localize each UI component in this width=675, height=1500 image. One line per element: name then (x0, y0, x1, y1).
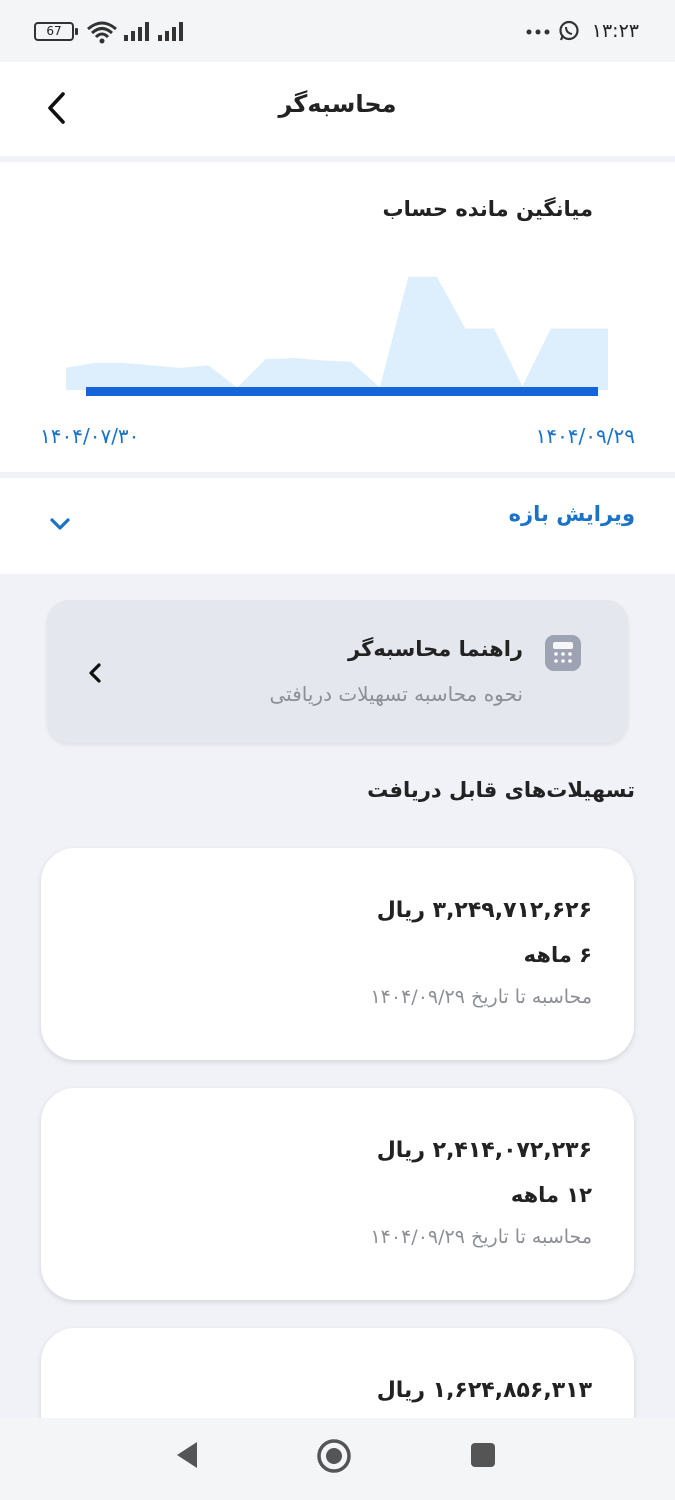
whatsapp-icon (559, 20, 579, 41)
chart-area-group (66, 276, 608, 390)
balance-chart-card: میانگین مانده حساب ۱۴۰۴/۰۷/۳۰ ۱۴۰۴/۰۹/۲۹ (0, 162, 675, 472)
signal-icon (124, 22, 149, 41)
guide-title: راهنما محاسبه‌گر (348, 637, 523, 661)
more-dots-icon (526, 29, 550, 35)
calculator-guide-card[interactable]: راهنما محاسبه‌گر نحوه محاسبه تسهیلات دری… (47, 600, 628, 743)
chart-start-date: ۱۴۰۴/۰۷/۳۰ (40, 424, 140, 448)
loan-card[interactable]: ۲,۴۱۴,۰۷۲,۲۳۶ ریال ۱۲ ماهه محاسبه تا تار… (41, 1088, 634, 1300)
loan-card[interactable]: ۳,۲۴۹,۷۱۲,۶۲۶ ریال ۶ ماهه محاسبه تا تاری… (41, 848, 634, 1060)
battery-icon: 67 (34, 22, 78, 41)
system-nav-bar (0, 1418, 675, 1500)
loan-amount: ۲,۴۱۴,۰۷۲,۲۳۶ ریال (376, 1138, 592, 1163)
loan-duration: ۱۲ ماهه (510, 1183, 592, 1207)
back-triangle-icon[interactable] (174, 1440, 200, 1470)
chart-end-date: ۱۴۰۴/۰۹/۲۹ (535, 424, 635, 448)
chevron-left-icon (89, 663, 101, 683)
calculator-icon (545, 635, 581, 671)
app-header: محاسبه‌گر (0, 62, 675, 156)
status-time: ۱۳:۲۳ (591, 20, 639, 42)
recents-square-icon[interactable] (470, 1442, 496, 1468)
page-title: محاسبه‌گر (278, 90, 397, 118)
loan-amount: ۱,۶۲۴,۸۵۶,۳۱۳ ریال (376, 1378, 592, 1403)
chevron-down-icon (50, 518, 70, 530)
balance-chart (66, 276, 608, 396)
chart-area-fill (66, 276, 608, 390)
chart-baseline (86, 387, 598, 396)
wifi-icon (87, 21, 117, 44)
edit-range-toggle[interactable]: ویرایش بازه (0, 478, 675, 574)
loan-calc-date: محاسبه تا تاریخ ۱۴۰۴/۰۹/۲۹ (370, 1226, 592, 1248)
signal-icon (158, 22, 183, 41)
loan-duration: ۶ ماهه (523, 943, 592, 967)
edit-range-label: ویرایش بازه (508, 502, 635, 526)
status-bar: 67 ۱۳:۲۳ (0, 0, 675, 62)
loan-amount: ۳,۲۴۹,۷۱۲,۶۲۶ ریال (376, 898, 592, 923)
loan-card[interactable]: ۱,۶۲۴,۸۵۶,۳۱۳ ریال (41, 1328, 634, 1418)
loan-calc-date: محاسبه تا تاریخ ۱۴۰۴/۰۹/۲۹ (370, 986, 592, 1008)
home-circle-icon[interactable] (316, 1438, 352, 1474)
guide-subtitle: نحوه محاسبه تسهیلات دریافتی (269, 682, 523, 706)
section-title: تسهیلات‌های قابل دریافت (367, 778, 635, 802)
